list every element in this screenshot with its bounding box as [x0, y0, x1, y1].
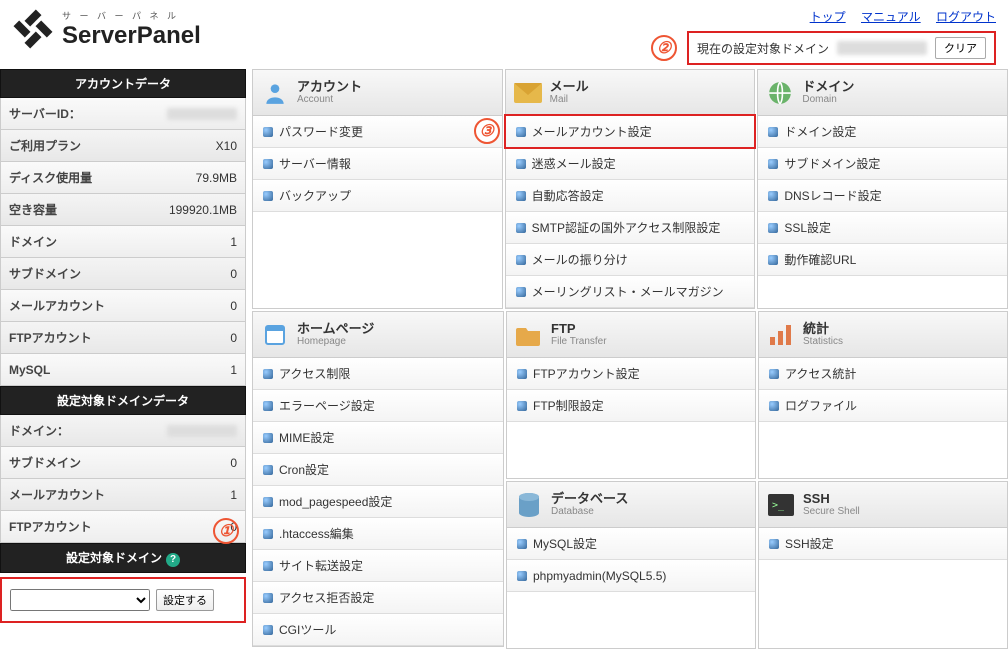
menu-item[interactable]: mod_pagespeed設定 — [253, 486, 503, 518]
logo-icon — [12, 8, 54, 50]
menu-item[interactable]: アクセス制限 — [253, 358, 503, 390]
panel-ssh: >_SSHSecure Shell SSH設定 — [758, 481, 1008, 649]
current-domain-value — [837, 41, 927, 55]
sidebar-target-title: 設定対象ドメイン? ① — [0, 543, 246, 573]
row-label: メールアカウント — [9, 486, 105, 503]
row-value: 0 — [230, 456, 237, 470]
row-label: ドメイン： — [9, 422, 69, 439]
svg-text:>_: >_ — [772, 500, 785, 511]
mail-icon — [514, 81, 542, 105]
menu-item[interactable]: 自動応答設定 — [506, 180, 755, 212]
step-2-badge: ② — [651, 35, 677, 61]
row-label: ご利用プラン — [9, 137, 81, 154]
menu-item[interactable]: 迷惑メール設定 — [506, 148, 755, 180]
row-label: サブドメイン — [9, 454, 81, 471]
row-value: 1 — [230, 235, 237, 249]
logo-subtitle: サ ー バ ー パ ネ ル — [62, 9, 201, 22]
header: サ ー バ ー パ ネ ル ServerPanel トップ マニュアル ログアウ… — [0, 0, 1008, 69]
person-icon — [261, 81, 289, 105]
menu-item[interactable]: SMTP認証の国外アクセス制限設定 — [506, 212, 755, 244]
row-value: 79.9MB — [196, 171, 237, 185]
terminal-icon: >_ — [767, 493, 795, 517]
nav-top[interactable]: トップ — [810, 10, 846, 24]
row-label: ドメイン — [9, 233, 57, 250]
row-label: FTPアカウント — [9, 329, 92, 346]
domain-name-value — [167, 425, 237, 437]
logo: サ ー バ ー パ ネ ル ServerPanel — [12, 8, 201, 50]
row-label: サブドメイン — [9, 265, 81, 282]
row-value: 0 — [230, 299, 237, 313]
chart-icon — [767, 323, 795, 347]
menu-item[interactable]: .htaccess編集 — [253, 518, 503, 550]
menu-item[interactable]: ログファイル — [759, 390, 1007, 422]
row-label: MySQL — [9, 363, 50, 377]
sidebar-account-title: アカウントデータ — [0, 69, 246, 98]
current-domain-label: 現在の設定対象ドメイン — [697, 40, 829, 57]
sidebar: アカウントデータ サーバーID： ご利用プラン X10 ディスク使用量 79.9MB… — [0, 69, 246, 649]
panel-mail: メールMail ③メールアカウント設定 迷惑メール設定 自動応答設定 SMTP認… — [505, 69, 756, 309]
row-label: FTPアカウント — [9, 518, 92, 535]
logo-title: ServerPanel — [62, 22, 201, 50]
step-1-badge: ① — [213, 518, 239, 544]
menu-item[interactable]: サブドメイン設定 — [758, 148, 1007, 180]
set-domain-button[interactable]: 設定する — [156, 589, 214, 611]
nav-logout[interactable]: ログアウト — [936, 10, 996, 24]
menu-item[interactable]: DNSレコード設定 — [758, 180, 1007, 212]
main: アカウントAccount パスワード変更 サーバー情報 バックアップ メールMa… — [246, 69, 1008, 649]
menu-item[interactable]: サイト転送設定 — [253, 550, 503, 582]
menu-item[interactable]: SSH設定 — [759, 528, 1007, 560]
row-value: 1 — [230, 363, 237, 377]
row-label: 空き容量 — [9, 201, 57, 218]
panel-homepage: ホームページHomepage アクセス制限 エラーページ設定 MIME設定 Cr… — [252, 311, 504, 647]
menu-item[interactable]: FTP制限設定 — [507, 390, 755, 422]
top-nav: トップ マニュアル ログアウト — [651, 8, 996, 25]
database-icon — [515, 493, 543, 517]
panel-account: アカウントAccount パスワード変更 サーバー情報 バックアップ — [252, 69, 503, 309]
panel-stats: 統計Statistics アクセス統計 ログファイル — [758, 311, 1008, 479]
panel-ftp: FTPFile Transfer FTPアカウント設定 FTP制限設定 — [506, 311, 756, 479]
row-value: 1 — [230, 488, 237, 502]
row-label: サーバーID： — [9, 105, 81, 122]
menu-item-mail-account[interactable]: ③メールアカウント設定 — [506, 116, 755, 148]
menu-item[interactable]: FTPアカウント設定 — [507, 358, 755, 390]
menu-item[interactable]: 動作確認URL — [758, 244, 1007, 276]
menu-item[interactable]: MySQL設定 — [507, 528, 755, 560]
row-value: 0 — [230, 331, 237, 345]
menu-item[interactable]: エラーページ設定 — [253, 390, 503, 422]
menu-item[interactable]: Cron設定 — [253, 454, 503, 486]
menu-item[interactable]: メールの振り分け — [506, 244, 755, 276]
globe-icon — [766, 81, 794, 105]
page-icon — [261, 323, 289, 347]
target-domain-select[interactable] — [10, 589, 150, 611]
menu-item[interactable]: バックアップ — [253, 180, 502, 212]
menu-item[interactable]: MIME設定 — [253, 422, 503, 454]
menu-item[interactable]: サーバー情報 — [253, 148, 502, 180]
menu-item[interactable]: メーリングリスト・メールマガジン — [506, 276, 755, 308]
menu-item[interactable]: ドメイン設定 — [758, 116, 1007, 148]
step-3-badge: ③ — [474, 118, 500, 144]
help-icon[interactable]: ? — [166, 553, 180, 567]
folder-icon — [515, 323, 543, 347]
menu-item[interactable]: CGIツール — [253, 614, 503, 646]
current-domain-box: 現在の設定対象ドメイン クリア — [687, 31, 996, 65]
row-value: 0 — [230, 267, 237, 281]
sidebar-domain-data-title: 設定対象ドメインデータ — [0, 386, 246, 415]
target-domain-box: 設定する — [0, 577, 246, 623]
menu-item[interactable]: アクセス統計 — [759, 358, 1007, 390]
menu-item[interactable]: SSL設定 — [758, 212, 1007, 244]
row-value: 199920.1MB — [169, 203, 237, 217]
row-label: ディスク使用量 — [9, 169, 92, 186]
row-value: X10 — [216, 139, 237, 153]
clear-button[interactable]: クリア — [935, 37, 986, 59]
panel-database: データベースDatabase MySQL設定 phpmyadmin(MySQL5… — [506, 481, 756, 649]
row-label: メールアカウント — [9, 297, 105, 314]
menu-item[interactable]: パスワード変更 — [253, 116, 502, 148]
server-id-value — [167, 108, 237, 120]
nav-manual[interactable]: マニュアル — [861, 10, 921, 24]
menu-item[interactable]: アクセス拒否設定 — [253, 582, 503, 614]
panel-domain: ドメインDomain ドメイン設定 サブドメイン設定 DNSレコード設定 SSL… — [757, 69, 1008, 309]
menu-item[interactable]: phpmyadmin(MySQL5.5) — [507, 560, 755, 592]
